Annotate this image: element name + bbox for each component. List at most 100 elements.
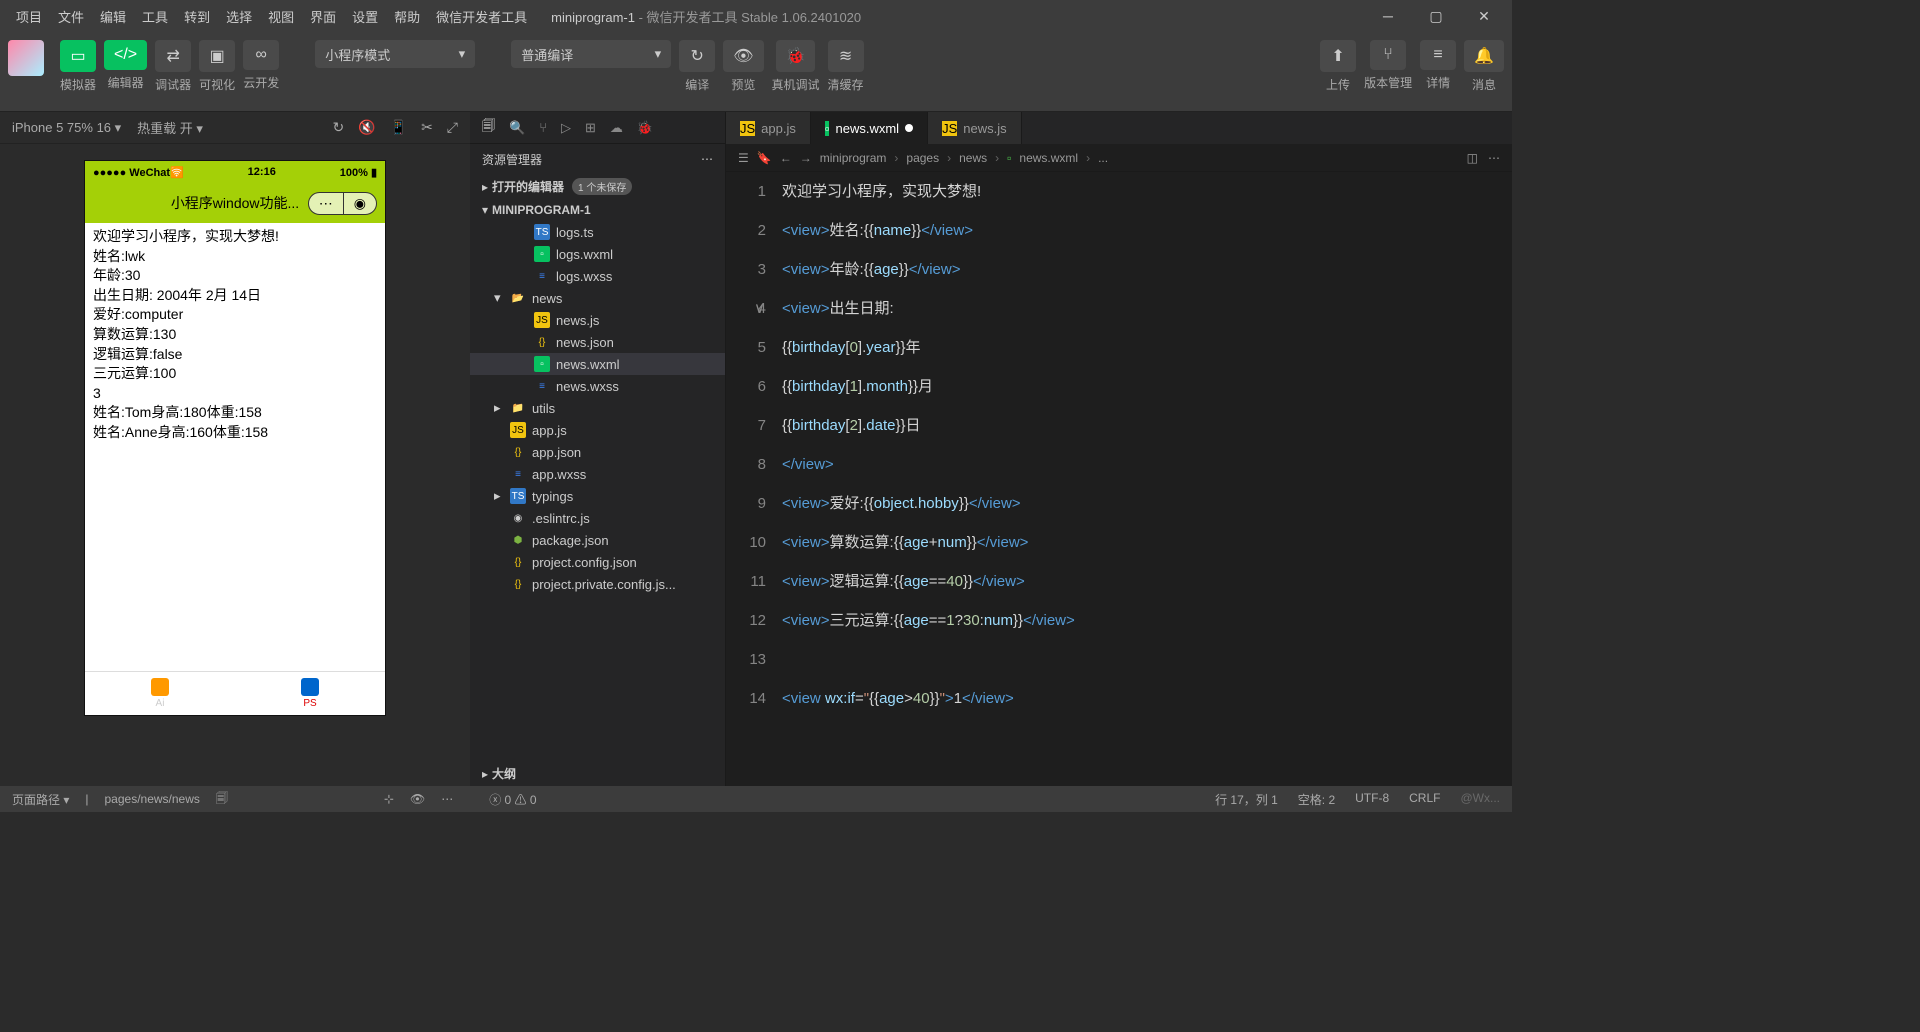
editor-button[interactable]: </> [104, 40, 147, 70]
debug-icon[interactable]: ▷ [561, 120, 571, 136]
open-editors-section[interactable]: ▸ 打开的编辑器1 个未保存 [470, 174, 725, 199]
menu-settings[interactable]: 设置 [344, 3, 386, 30]
crumb[interactable]: news [959, 151, 987, 165]
maximize-icon[interactable]: ▢ [1416, 8, 1456, 25]
tree-item-news-wxml[interactable]: ▫news.wxml [470, 353, 725, 375]
crumb[interactable]: news.wxml [1019, 151, 1078, 165]
capsule-menu-icon[interactable]: ⋯ [309, 193, 343, 214]
branch-icon[interactable]: ⑂ [539, 120, 547, 135]
tree-item-typings[interactable]: ▸TStypings [470, 485, 725, 507]
code-editor[interactable]: 1234567891011121314 欢迎学习小程序，实现大梦想!<view>… [726, 172, 1512, 786]
upload-button[interactable]: ⬆ [1320, 40, 1356, 72]
more-icon[interactable]: ⋯ [701, 152, 713, 166]
cut-icon[interactable]: ✂ [421, 119, 433, 136]
tree-item-utils[interactable]: ▸📁utils [470, 397, 725, 419]
forward-icon[interactable]: → [800, 151, 812, 165]
compile-mode-dropdown[interactable]: 普通编译▾ [511, 40, 671, 68]
bookmark-icon[interactable]: 🔖 [757, 151, 772, 165]
mode-dropdown[interactable]: 小程序模式▾ [315, 40, 475, 68]
tree-item-logs-wxml[interactable]: ▫logs.wxml [470, 243, 725, 265]
gutter-icon[interactable]: ☰ [738, 151, 749, 165]
menu-project[interactable]: 项目 [8, 3, 50, 30]
eol[interactable]: CRLF [1409, 791, 1440, 808]
tree-item-app-wxss[interactable]: ≡app.wxss [470, 463, 725, 485]
tree-item-news[interactable]: ▾📂news [470, 287, 725, 309]
more-icon[interactable]: ⋯ [1488, 151, 1500, 165]
tree-item-package-json[interactable]: ⬢package.json [470, 529, 725, 551]
compile-button[interactable]: ↻ [679, 40, 715, 72]
tab-ai[interactable]: Ai [85, 672, 235, 715]
hotreload-toggle[interactable]: 热重载 开 ▾ [137, 118, 203, 137]
carrier-label: ●●●●● WeChat🛜 [93, 166, 184, 179]
tree-item-news-wxss[interactable]: ≡news.wxss [470, 375, 725, 397]
menu-view[interactable]: 视图 [260, 3, 302, 30]
detail-button[interactable]: ≡ [1420, 40, 1456, 70]
search-icon[interactable]: 🔍 [509, 120, 525, 136]
close-icon[interactable]: ✕ [1464, 8, 1504, 25]
breadcrumb[interactable]: ☰ 🔖 ← → miniprogram› pages› news› ▫news.… [726, 144, 1512, 172]
titlebar: 项目 文件 编辑 工具 转到 选择 视图 界面 设置 帮助 微信开发者工具 mi… [0, 0, 1512, 32]
ruler-icon[interactable]: ⊹ [384, 792, 394, 806]
menu-help[interactable]: 帮助 [386, 3, 428, 30]
mute-icon[interactable]: 🔇 [358, 119, 375, 136]
tree-item-logs-wxss[interactable]: ≡logs.wxss [470, 265, 725, 287]
bug-icon[interactable]: 🐞 [637, 120, 653, 136]
tab-news-js[interactable]: JSnews.js [928, 112, 1022, 144]
copy-icon[interactable]: 🗐 [216, 789, 228, 810]
cloud-button[interactable]: ∞ [243, 40, 279, 70]
remote-debug-button[interactable]: 🐞 [776, 40, 816, 72]
tree-item-logs-ts[interactable]: TSlogs.ts [470, 221, 725, 243]
ext-icon[interactable]: ⊞ [585, 120, 596, 136]
visual-button[interactable]: ▣ [199, 40, 235, 72]
device-selector[interactable]: iPhone 5 75% 16 ▾ [12, 120, 121, 136]
preview-button[interactable]: 👁 [723, 40, 763, 72]
split-icon[interactable]: ◫ [1467, 151, 1478, 165]
tree-item-news-json[interactable]: {}news.json [470, 331, 725, 353]
minimize-icon[interactable]: ─ [1368, 8, 1408, 25]
simulator-button[interactable]: ▭ [60, 40, 96, 72]
cursor-pos[interactable]: 行 17，列 1 [1215, 791, 1278, 808]
path-value[interactable]: pages/news/news [105, 792, 200, 806]
eye-icon[interactable]: 👁 [410, 792, 425, 806]
tab-ps[interactable]: PS [235, 672, 385, 715]
menu-interface[interactable]: 界面 [302, 3, 344, 30]
back-icon[interactable]: ← [780, 151, 792, 165]
refresh-icon[interactable]: ↻ [332, 119, 344, 136]
problems[interactable]: ⓧ 0 ⚠ 0 [489, 791, 536, 808]
capsule-close-icon[interactable]: ◉ [343, 193, 376, 214]
tab-app-js[interactable]: JSapp.js [726, 112, 811, 144]
message-button[interactable]: 🔔 [1464, 40, 1504, 72]
tree-item-app-js[interactable]: JSapp.js [470, 419, 725, 441]
menu-select[interactable]: 选择 [218, 3, 260, 30]
menu-file[interactable]: 文件 [50, 3, 92, 30]
encoding[interactable]: UTF-8 [1355, 791, 1389, 808]
tree-item-app-json[interactable]: {}app.json [470, 441, 725, 463]
tree-item--eslintrc-js[interactable]: ◉.eslintrc.js [470, 507, 725, 529]
db-icon[interactable]: ☁ [610, 120, 623, 136]
debugger-label: 调试器 [155, 76, 191, 93]
tree-item-project-private-config-js---[interactable]: {}project.private.config.js... [470, 573, 725, 595]
avatar[interactable] [8, 40, 44, 76]
tab-news-wxml[interactable]: ▫news.wxml [811, 112, 928, 144]
project-section[interactable]: ▾ MINIPROGRAM-1 [470, 199, 725, 221]
menu-devtools[interactable]: 微信开发者工具 [428, 3, 535, 30]
crumb[interactable]: miniprogram [820, 151, 887, 165]
menu-tools[interactable]: 工具 [134, 3, 176, 30]
clear-cache-button[interactable]: ≋ [828, 40, 864, 72]
more-icon[interactable]: ⋯ [441, 792, 453, 806]
compile-label: 编译 [685, 76, 709, 93]
phone-icon[interactable]: 📱 [390, 119, 407, 136]
files-icon[interactable]: 🗐 [482, 117, 495, 139]
crumb[interactable]: pages [906, 151, 939, 165]
debugger-button[interactable]: ⇄ [155, 40, 191, 72]
upload-label: 上传 [1326, 76, 1350, 93]
tree-item-project-config-json[interactable]: {}project.config.json [470, 551, 725, 573]
popout-icon[interactable]: ⤢ [447, 119, 458, 136]
outline-section[interactable]: ▸ 大纲 [470, 761, 725, 786]
menu-goto[interactable]: 转到 [176, 3, 218, 30]
version-button[interactable]: ⑂ [1370, 40, 1406, 70]
menu-edit[interactable]: 编辑 [92, 3, 134, 30]
indent[interactable]: 空格: 2 [1298, 791, 1335, 808]
tree-item-news-js[interactable]: JSnews.js [470, 309, 725, 331]
crumb[interactable]: ... [1098, 151, 1108, 165]
